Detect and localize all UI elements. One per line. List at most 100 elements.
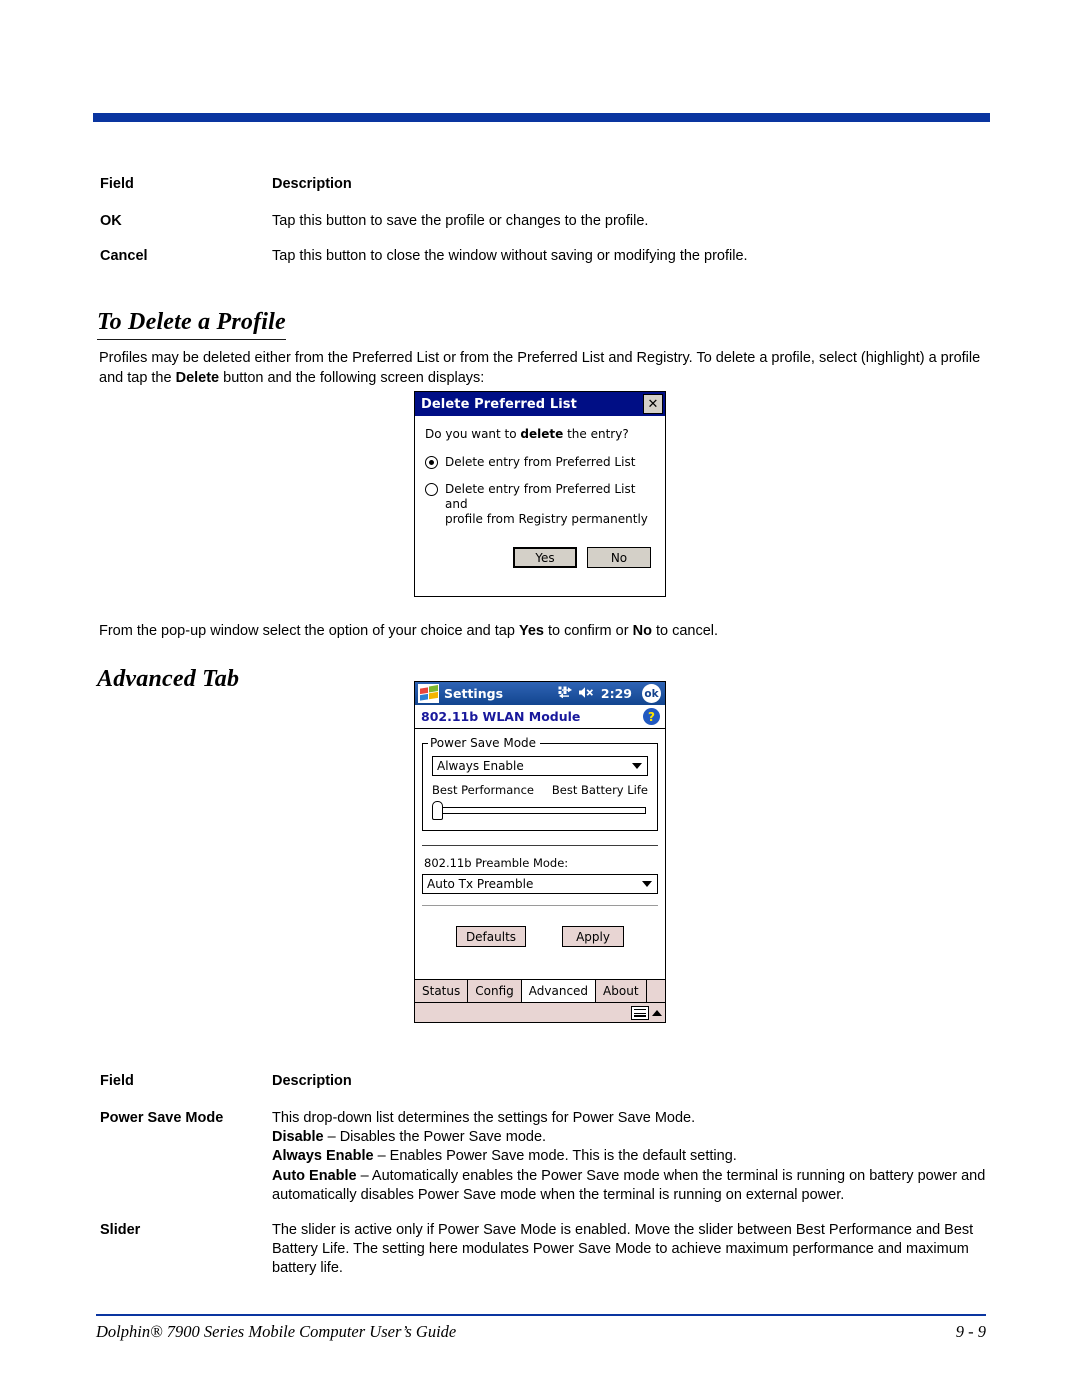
pda-screen-body: Power Save Mode Always Enable Best Perfo… (415, 729, 665, 979)
document-page: Field Description OK Tap this button to … (0, 0, 1080, 1397)
ok-cancel-field-table: Field Description OK Tap this button to … (100, 175, 995, 282)
page-footer: Dolphin® 7900 Series Mobile Computer Use… (96, 1322, 986, 1342)
desc-line-bold: Always Enable (272, 1148, 374, 1165)
desc-line-text: – Enables Power Save mode. This is the d… (373, 1148, 737, 1165)
preamble-mode-value: Auto Tx Preamble (427, 877, 534, 891)
popup-para-part2: to confirm or (543, 623, 633, 639)
radio-option-preferred-list[interactable]: Delete entry from Preferred List (425, 455, 655, 470)
field-desc-power-save-mode: This drop-down list determines the setti… (272, 1109, 995, 1221)
desc-line-text: – Automatically enables the Power Save m… (272, 1167, 986, 1203)
table-header-description: Description (272, 176, 352, 192)
help-icon[interactable]: ? (643, 708, 660, 725)
desc-line-text: – Disables the Power Save mode. (323, 1129, 547, 1146)
chevron-down-icon[interactable] (632, 763, 642, 769)
dialog-prompt: Do you want to delete the entry? (425, 427, 655, 441)
table-row: OK Tap this button to save the profile o… (100, 212, 995, 247)
delete-para-part2: button and the following screen displays… (219, 370, 485, 386)
no-button[interactable]: No (587, 547, 651, 569)
slider-thumb[interactable] (432, 801, 443, 820)
tab-status[interactable]: Status (415, 980, 469, 1002)
desc-line-bold: Disable (272, 1129, 324, 1146)
table-header-description: Description (272, 1073, 352, 1089)
ok-button[interactable]: ok (642, 684, 661, 703)
volume-muted-icon (578, 684, 596, 703)
power-save-slider[interactable] (432, 800, 648, 820)
pocketpc-device-screen: Settings 2:29 ok 802.11b WLAN Module ? P… (414, 681, 666, 1023)
table-row: Power Save Mode This drop-down list dete… (100, 1109, 995, 1221)
dialog-body: Do you want to delete the entry? Delete … (415, 416, 665, 597)
power-save-mode-dropdown[interactable]: Always Enable (432, 756, 648, 776)
radio-option-2-line2: profile from Registry permanently (445, 512, 648, 527)
header-rule (93, 113, 990, 122)
section-heading-advanced-tab-wrap: Advanced Tab (97, 648, 239, 693)
popup-para-part1: From the pop-up window select the option… (99, 623, 519, 639)
field-name-slider: Slider (100, 1221, 141, 1238)
table-header-field: Field (100, 176, 134, 192)
footer-rule (96, 1314, 986, 1316)
chevron-down-icon[interactable] (642, 881, 652, 887)
radio-button-selected-icon[interactable] (425, 456, 438, 469)
tab-bar-filler (646, 980, 665, 1002)
apply-button[interactable]: Apply (562, 926, 625, 947)
slider-label-best-battery-life: Best Battery Life (551, 783, 648, 797)
dialog-title: Delete Preferred List (421, 396, 577, 412)
radio-button-unselected-icon[interactable] (425, 483, 438, 497)
table-header-row: Field Description (100, 1072, 995, 1109)
radio-option-preferred-list-and-registry[interactable]: Delete entry from Preferred List and prof… (425, 482, 655, 527)
pda-page-bar: 802.11b WLAN Module ? (415, 705, 665, 729)
field-name-ok: OK (100, 213, 122, 230)
table-row: Slider The slider is active only if Powe… (100, 1221, 995, 1294)
popup-para-bold-yes: Yes (518, 623, 544, 639)
keyboard-icon[interactable] (631, 1005, 649, 1020)
radio-option-2-line1: Delete entry from Preferred List and (445, 482, 636, 512)
slider-track (442, 807, 646, 814)
field-desc-slider: The slider is active only if Power Save … (272, 1221, 995, 1294)
prompt-prefix: Do you want to (425, 427, 521, 441)
delete-profile-paragraph: Profiles may be deleted either from the … (99, 348, 997, 388)
desc-line: This drop-down list determines the setti… (272, 1109, 995, 1128)
desc-line: Disable – Disables the Power Save mode. (272, 1128, 995, 1147)
delete-preferred-list-screenshot: Delete Preferred List ✕ Do you want to d… (414, 391, 666, 598)
close-icon[interactable]: ✕ (643, 394, 663, 414)
pda-status-bar: Settings 2:29 ok (415, 682, 665, 705)
desc-line: Auto Enable – Automatically enables the … (272, 1167, 995, 1205)
field-desc-ok: Tap this button to save the profile or c… (272, 213, 649, 230)
prompt-bold: delete (520, 427, 564, 441)
divider-lower (422, 905, 658, 906)
preamble-mode-dropdown[interactable]: Auto Tx Preamble (422, 874, 658, 894)
tab-advanced[interactable]: Advanced (521, 980, 597, 1002)
tab-about[interactable]: About (596, 980, 647, 1002)
desc-line-text: This drop-down list determines the setti… (272, 1110, 696, 1127)
field-name-cancel: Cancel (100, 248, 148, 265)
table-row: Cancel Tap this button to close the wind… (100, 247, 995, 282)
preamble-mode-label: 802.11b Preamble Mode: (424, 856, 569, 870)
windows-start-icon[interactable] (418, 684, 439, 703)
desc-line-bold: Auto Enable (272, 1167, 357, 1184)
pda-clock: 2:29 (600, 686, 632, 701)
yes-button[interactable]: Yes (513, 547, 577, 569)
table-header-field: Field (100, 1073, 134, 1089)
tab-config[interactable]: Config (468, 980, 522, 1002)
slider-label-best-performance: Best Performance (432, 783, 534, 797)
footer-title: Dolphin® 7900 Series Mobile Computer Use… (96, 1322, 457, 1341)
popup-paragraph-wrap: From the pop-up window select the option… (99, 605, 997, 641)
popup-para-bold-no: No (632, 623, 652, 639)
connectivity-icon (558, 684, 573, 703)
power-save-mode-legend: Power Save Mode (428, 736, 541, 750)
dialog-titlebar: Delete Preferred List ✕ (415, 392, 665, 416)
up-caret-icon[interactable] (652, 1009, 662, 1016)
dialog-button-row: Yes No (425, 547, 655, 569)
dialog-bottom-spacer (425, 568, 655, 584)
desc-line: Always Enable – Enables Power Save mode.… (272, 1147, 995, 1166)
pda-tab-bar: Status Config Advanced About (415, 979, 665, 1002)
radio-option-2-label: Delete entry from Preferred List and prof… (445, 482, 655, 527)
divider-upper (422, 845, 658, 846)
table-header-row: Field Description (100, 175, 995, 212)
field-desc-cancel: Tap this button to close the window with… (272, 248, 748, 265)
desc-line-text: The slider is active only if Power Save … (272, 1221, 974, 1276)
defaults-button[interactable]: Defaults (455, 926, 527, 947)
pda-taskbar (415, 1002, 665, 1022)
delete-preferred-list-dialog: Delete Preferred List ✕ Do you want to d… (414, 391, 666, 598)
slider-labels: Best Performance Best Battery Life (432, 783, 648, 797)
footer-page-number: 9 - 9 (955, 1322, 986, 1341)
